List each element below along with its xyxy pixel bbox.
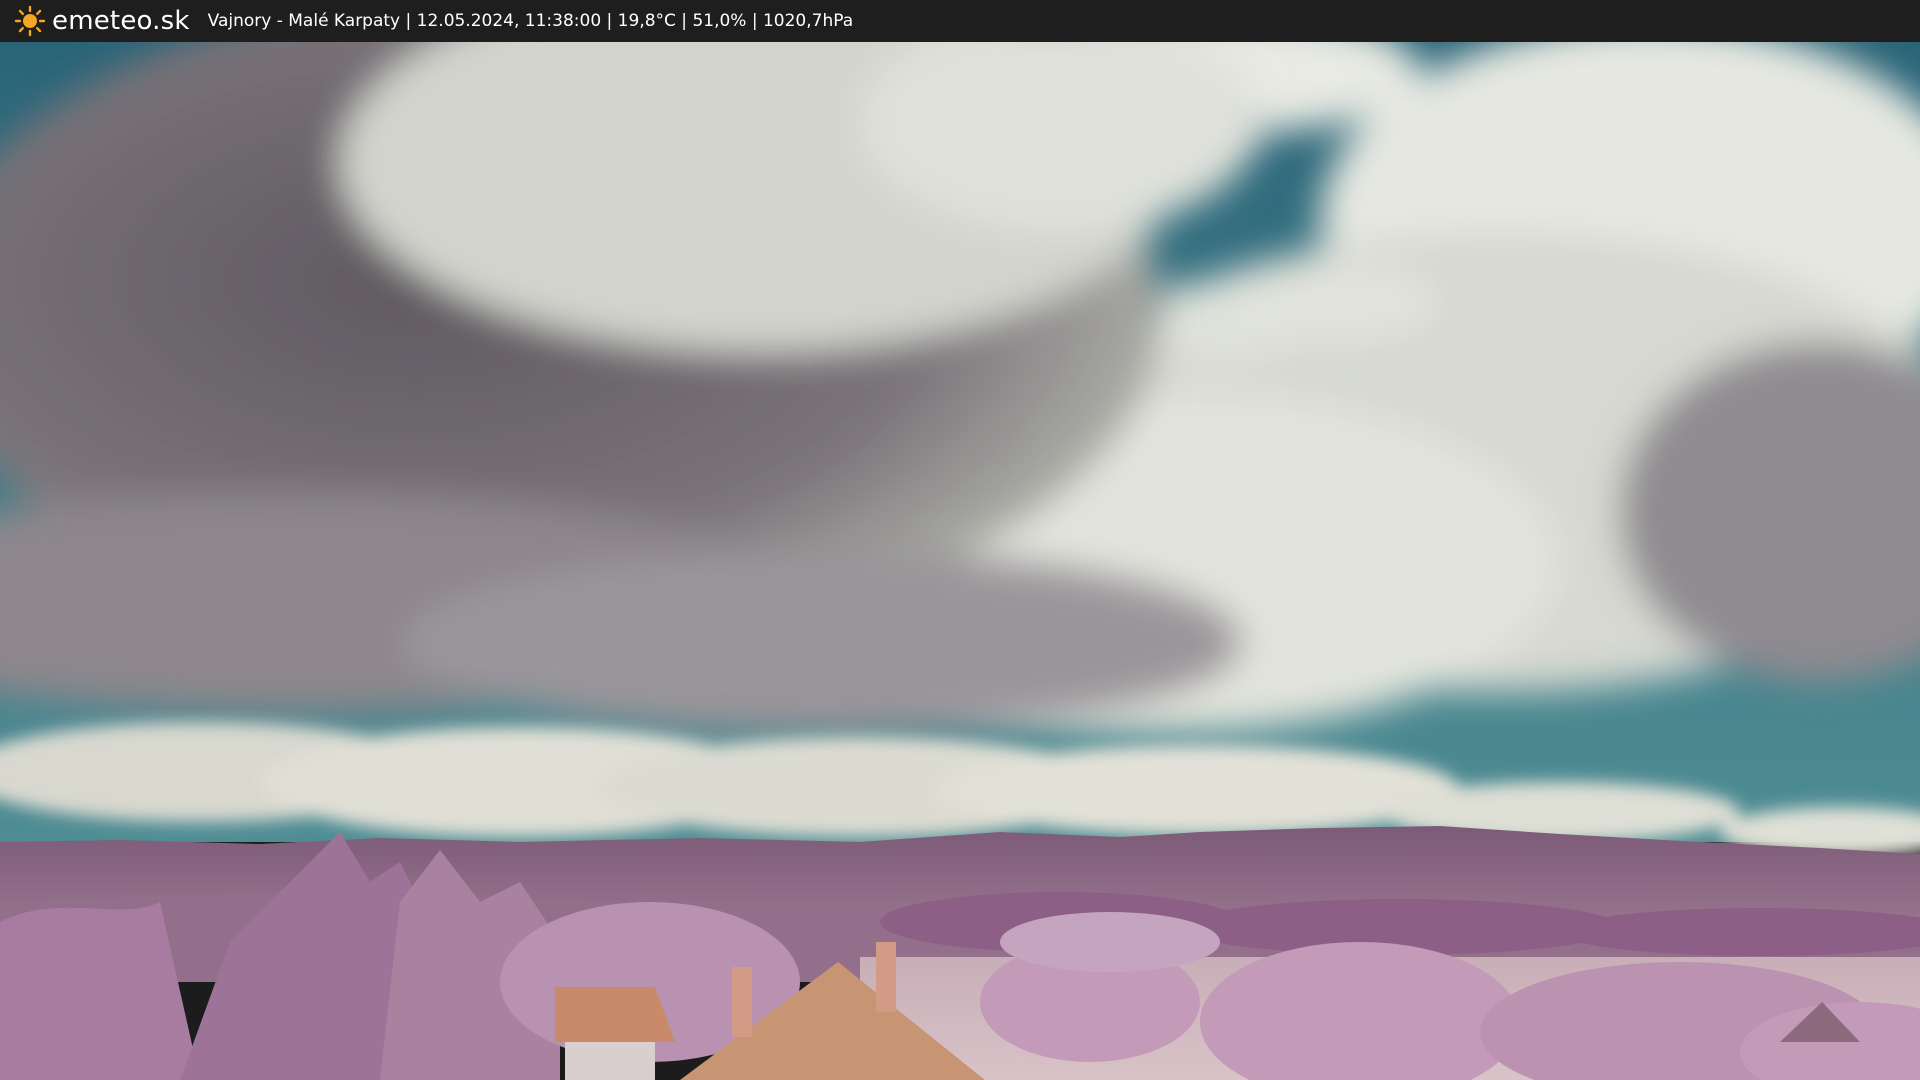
header-bar: emeteo.sk Vajnory - Malé Karpaty | 12.05…	[0, 0, 1920, 42]
brand-name: emeteo.sk	[52, 6, 190, 36]
sun-icon	[14, 5, 46, 37]
dark-clouds	[0, 42, 1260, 732]
webcam-image	[0, 42, 1920, 1080]
webcam-caption: Vajnory - Malé Karpaty | 12.05.2024, 11:…	[207, 11, 854, 31]
logo[interactable]: emeteo.sk	[14, 5, 190, 37]
